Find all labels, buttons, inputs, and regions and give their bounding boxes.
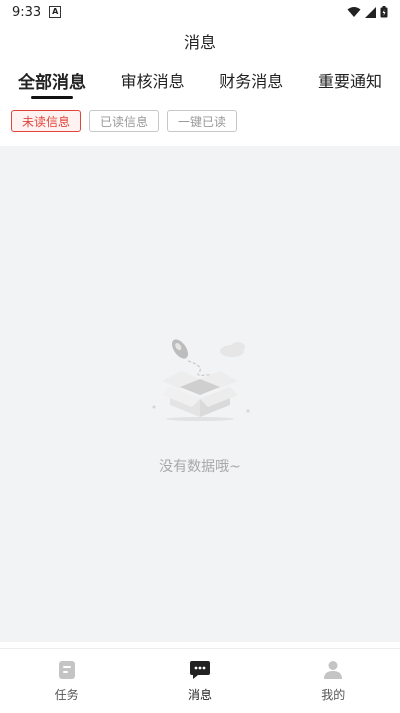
empty-state-text: 没有数据哦~ [159,459,241,475]
tab-finance-messages[interactable]: 财务消息 [219,62,283,98]
mark-all-read-button[interactable]: 一键已读 [167,110,238,132]
message-tabs: 全部消息 审核消息 财务消息 重要通知 [0,62,400,102]
tab-important-notices[interactable]: 重要通知 [318,62,382,98]
signal-icon [365,6,376,18]
tab-review-messages[interactable]: 审核消息 [121,62,185,98]
tab-all-messages[interactable]: 全部消息 [18,62,86,99]
status-bar: 9:33 A [0,0,400,24]
wifi-icon [347,7,361,17]
read-filter-button[interactable]: 已读信息 [89,110,160,132]
page-title: 消息 [183,33,216,52]
tab-label: 重要通知 [317,72,382,91]
profile-icon [324,660,343,679]
battery-icon [380,6,388,18]
status-left: 9:33 A [12,4,62,20]
tab-label: 全部消息 [18,72,86,93]
nav-item-task[interactable]: 任务 [17,660,117,703]
unread-filter-button[interactable]: 未读信息 [11,110,82,132]
status-right [347,6,388,18]
page-header: 消息 [0,24,400,58]
nav-label: 消息 [187,687,212,702]
nav-item-profile[interactable]: 我的 [283,660,383,703]
message-icon [189,660,210,679]
bottom-navigation: 任务 消息 我的 [0,648,400,713]
empty-box-illustration [152,339,250,421]
filter-chips: 未读信息 已读信息 一键已读 [11,110,238,132]
active-tab-indicator [31,96,73,99]
nav-label: 任务 [54,687,79,702]
nav-label: 我的 [321,687,346,702]
tab-label: 审核消息 [120,72,185,91]
status-time: 9:33 [12,4,42,20]
message-list-area[interactable]: 没有数据哦~ [0,146,400,642]
task-icon [58,660,75,679]
nav-item-message[interactable]: 消息 [150,660,250,703]
tab-label: 财务消息 [219,72,284,91]
notification-a-icon: A [49,6,62,18]
